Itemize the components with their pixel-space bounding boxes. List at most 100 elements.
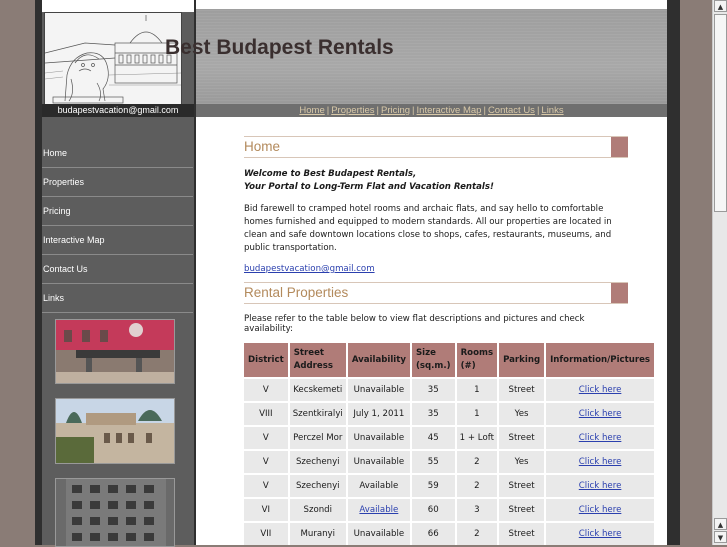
logo-top-band <box>42 0 194 12</box>
table-row: VII Muranyi Unavailable 66 2 Street Clic… <box>244 523 655 545</box>
sidebar-item-home[interactable]: Home <box>42 140 193 168</box>
topnav-links[interactable]: Links <box>541 105 563 116</box>
cell-size: 45 <box>411 427 455 449</box>
scrollbar-thumb[interactable] <box>714 14 727 212</box>
cell-rooms: 2 <box>456 523 498 545</box>
welcome-line-2: Your Portal to Long-Term Flat and Vacati… <box>244 182 494 192</box>
sidebar-photo-3 <box>55 478 175 547</box>
sidebar-item-contact-us[interactable]: Contact Us <box>42 256 193 284</box>
site-title: Best Budapest Rentals <box>165 36 394 59</box>
rentals-heading: Rental Properties <box>244 285 349 300</box>
click-here-link[interactable]: Click here <box>579 529 622 539</box>
logo-image <box>44 12 182 106</box>
cell-parking: Street <box>499 499 545 521</box>
building-photo-icon <box>56 399 174 463</box>
cell-availability: Available <box>347 499 410 521</box>
table-header-row: District Street Address Availability Siz… <box>244 343 655 377</box>
header-email: budapestvacation@gmail.com <box>42 104 194 117</box>
top-navigation: Home | Properties | Pricing | Interactive Map |… <box>196 104 667 117</box>
table-row: V Kecskemeti Unavailable 35 1 Street Cli… <box>244 379 655 401</box>
cell-availability: Unavailable <box>347 523 410 545</box>
cell-rooms: 2 <box>456 451 498 473</box>
home-heading: Home <box>244 139 281 154</box>
vertical-scrollbar[interactable]: ▲ ▲ ▼ <box>712 0 727 545</box>
cell-size: 35 <box>411 379 455 401</box>
cell-size: 59 <box>411 475 455 497</box>
col-availability: Availability <box>347 343 410 377</box>
cell-info: Click here <box>546 475 655 497</box>
click-here-link[interactable]: Click here <box>579 433 622 443</box>
cell-district: V <box>244 379 288 401</box>
click-here-link[interactable]: Click here <box>579 481 622 491</box>
topnav-home[interactable]: Home <box>299 105 324 116</box>
topnav-contact-us[interactable]: Contact Us <box>488 105 535 116</box>
availability-link[interactable]: Available <box>359 505 398 515</box>
main-content: Home Welcome to Best Budapest Rentals, Y… <box>244 136 655 547</box>
cell-size: 35 <box>411 403 455 425</box>
cell-info: Click here <box>546 499 655 521</box>
right-border <box>667 0 673 545</box>
col-size: Size (sq.m.) <box>411 343 455 377</box>
col-district: District <box>244 343 288 377</box>
welcome-line-1: Welcome to Best Budapest Rentals, <box>244 169 417 179</box>
cell-parking: Street <box>499 475 545 497</box>
cell-district: VII <box>244 523 288 545</box>
cell-street: Szechenyi <box>289 475 346 497</box>
cell-rooms: 1 <box>456 403 498 425</box>
table-row: V Perczel Mor Unavailable 45 1 + Loft St… <box>244 427 655 449</box>
click-here-link[interactable]: Click here <box>579 505 622 515</box>
scroll-up-arrow-icon[interactable]: ▲ <box>714 0 727 12</box>
sidebar-item-links[interactable]: Links <box>42 285 193 313</box>
cell-street: Szondi <box>289 499 346 521</box>
cell-district: VIII <box>244 403 288 425</box>
cell-district: V <box>244 427 288 449</box>
building-photo-icon <box>56 320 174 383</box>
cell-availability: Unavailable <box>347 451 410 473</box>
cell-info: Click here <box>546 523 655 545</box>
rentals-section-header: Rental Properties <box>244 282 628 304</box>
cell-size: 60 <box>411 499 455 521</box>
rentals-intro: Please refer to the table below to view … <box>244 314 585 334</box>
rental-properties-table: District Street Address Availability Siz… <box>242 341 656 547</box>
cell-availability: Unavailable <box>347 427 410 449</box>
cell-availability: July 1, 2011 <box>347 403 410 425</box>
cell-size: 66 <box>411 523 455 545</box>
col-parking: Parking <box>499 343 545 377</box>
topnav-interactive-map[interactable]: Interactive Map <box>417 105 482 116</box>
heading-accent-box <box>611 137 628 157</box>
table-row: VI Szondi Available 60 3 Street Click he… <box>244 499 655 521</box>
sidebar-item-properties[interactable]: Properties <box>42 169 193 197</box>
click-here-link[interactable]: Click here <box>579 457 622 467</box>
cell-parking: Yes <box>499 451 545 473</box>
cell-street: Muranyi <box>289 523 346 545</box>
cell-info: Click here <box>546 451 655 473</box>
click-here-link[interactable]: Click here <box>579 385 622 395</box>
building-photo-icon <box>56 479 174 546</box>
table-row: V Szechenyi Unavailable 55 2 Yes Click h… <box>244 451 655 473</box>
heading-accent-box <box>611 283 628 303</box>
sidebar-item-interactive-map[interactable]: Interactive Map <box>42 227 193 255</box>
col-street-address: Street Address <box>289 343 346 377</box>
cell-district: V <box>244 475 288 497</box>
col-rooms: Rooms (#) <box>456 343 498 377</box>
cell-parking: Yes <box>499 403 545 425</box>
cell-rooms: 1 <box>456 379 498 401</box>
sidebar-item-pricing[interactable]: Pricing <box>42 198 193 226</box>
cell-availability: Unavailable <box>347 379 410 401</box>
table-row: V Szechenyi Available 59 2 Street Click … <box>244 475 655 497</box>
cell-parking: Street <box>499 427 545 449</box>
scroll-down-arrow-icon[interactable]: ▼ <box>714 531 727 543</box>
cell-district: V <box>244 451 288 473</box>
cell-size: 55 <box>411 451 455 473</box>
cell-rooms: 1 + Loft <box>456 427 498 449</box>
cell-info: Click here <box>546 403 655 425</box>
topnav-properties[interactable]: Properties <box>331 105 374 116</box>
table-row: VIII Szentkiralyi July 1, 2011 35 1 Yes … <box>244 403 655 425</box>
contact-email-link[interactable]: budapestvacation@gmail.com <box>244 264 628 274</box>
scroll-up-arrow-icon[interactable]: ▲ <box>714 518 727 530</box>
cell-rooms: 3 <box>456 499 498 521</box>
cell-street: Szentkiralyi <box>289 403 346 425</box>
cell-info: Click here <box>546 427 655 449</box>
topnav-pricing[interactable]: Pricing <box>381 105 410 116</box>
click-here-link[interactable]: Click here <box>579 409 622 419</box>
